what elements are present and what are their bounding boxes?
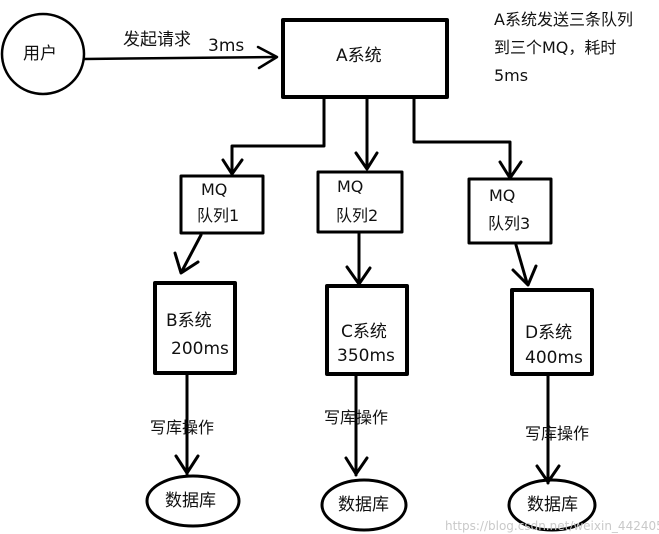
queue3-sub: 队列3 <box>488 214 531 233</box>
timing-note-line: A系统发送三条队列 <box>494 10 633 29</box>
queue2-name: MQ <box>337 177 364 196</box>
system-a-label: A系统 <box>336 46 382 66</box>
timing-note-line: 到三个MQ，耗时 <box>494 38 617 57</box>
a-to-queue3-arrow <box>412 96 512 178</box>
queue1-sub: 队列1 <box>197 206 240 225</box>
queue2-sub: 队列2 <box>336 206 379 225</box>
queue1-name: MQ <box>201 180 228 199</box>
queue3-name: MQ <box>489 186 516 205</box>
timing-note: A系统发送三条队列 到三个MQ，耗时 5ms <box>494 6 659 90</box>
system-b-time: 200ms <box>171 339 229 359</box>
request-arrow <box>82 55 278 61</box>
write-operation-label: 写库操作 <box>150 418 215 437</box>
write-operation-label: 写库操作 <box>525 424 590 443</box>
system-b-name: B系统 <box>166 311 212 331</box>
user-label: 用户 <box>23 44 57 64</box>
request-time: 3ms <box>208 36 245 56</box>
database-label: 数据库 <box>527 495 578 515</box>
write-operation-label: 写库操作 <box>324 408 389 427</box>
database-label: 数据库 <box>338 495 389 515</box>
watermark: https://blog.csdn.net/weixin_44240587 <box>445 519 659 533</box>
system-c-time: 350ms <box>337 346 395 366</box>
system-d-name: D系统 <box>525 323 573 343</box>
a-to-queue1-arrow <box>230 96 326 174</box>
database-label: 数据库 <box>165 491 216 511</box>
timing-note-line: 5ms <box>494 66 529 85</box>
system-d-time: 400ms <box>525 348 583 368</box>
system-c-name: C系统 <box>341 322 387 342</box>
request-label: 发起请求 <box>123 30 191 50</box>
